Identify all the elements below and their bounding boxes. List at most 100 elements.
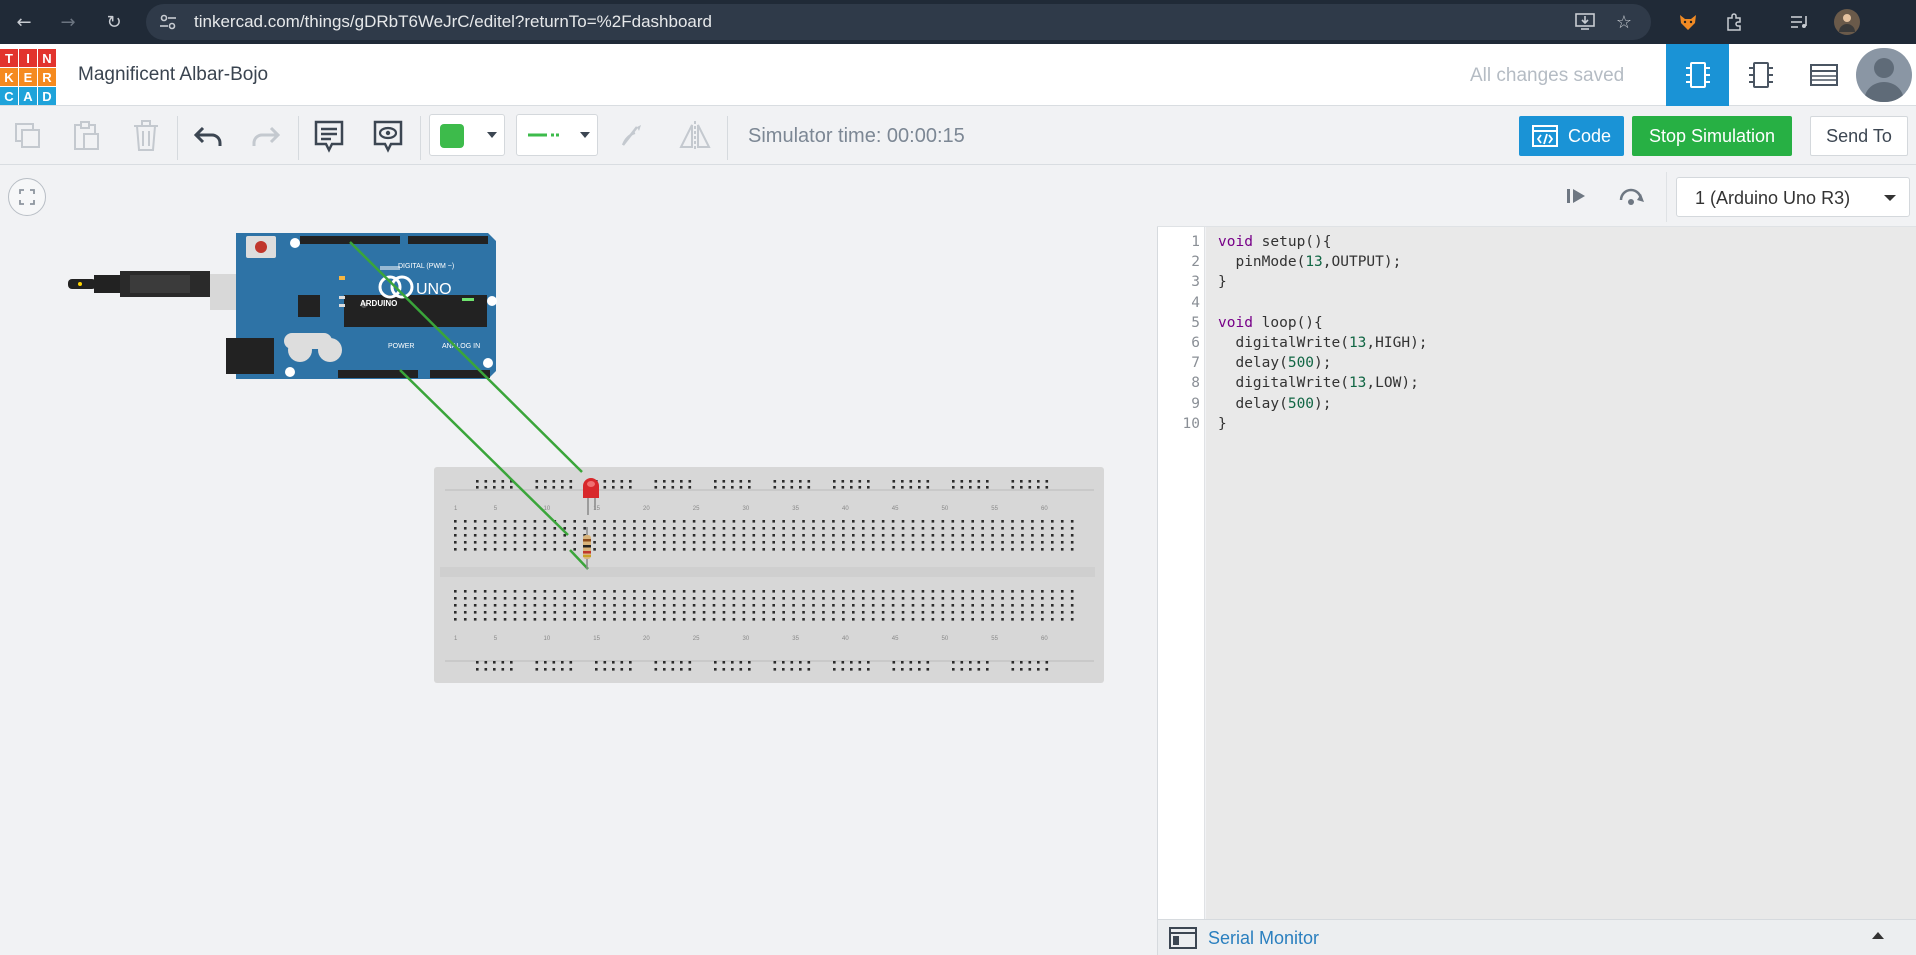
breadboard-hole	[742, 541, 746, 544]
code-button[interactable]: Code	[1519, 116, 1624, 156]
chevron-up-icon[interactable]	[1872, 932, 1884, 939]
breadboard-hole	[961, 590, 965, 593]
breadboard-hole	[692, 618, 696, 621]
breadboard-hole	[867, 668, 870, 671]
code-line[interactable]: delay(500);	[1218, 396, 1331, 412]
breadboard-hole	[748, 661, 751, 664]
extension-fox-icon[interactable]	[1676, 10, 1700, 34]
step-over-button[interactable]	[1616, 182, 1646, 210]
breadboard-hole	[909, 668, 913, 671]
url-text[interactable]: tinkercad.com/things/gDRbT6WeJrC/editel?…	[194, 12, 712, 32]
back-arrow-icon[interactable]: ←	[12, 10, 36, 34]
schematic-view-button[interactable]	[1729, 44, 1792, 106]
flip-button[interactable]	[675, 116, 715, 156]
serial-monitor-label[interactable]: Serial Monitor	[1208, 928, 1319, 949]
breadboard-hole	[782, 661, 785, 664]
circuit-view-button[interactable]	[1666, 44, 1729, 106]
breadboard-hole	[961, 618, 965, 621]
breadboard-hole	[926, 480, 930, 483]
media-queue-icon[interactable]	[1788, 10, 1812, 34]
breadboard-hole	[812, 534, 815, 537]
undo-button[interactable]	[188, 116, 228, 156]
breadboard-hole	[603, 611, 606, 614]
breadboard-hole	[473, 534, 477, 537]
breadboard-hole	[971, 520, 974, 523]
step-forward-button[interactable]	[1562, 183, 1590, 209]
site-info-icon[interactable]	[156, 10, 180, 34]
breadboard-hole	[702, 597, 706, 600]
breadboard-hole	[881, 611, 885, 614]
breadboard-hole	[620, 480, 624, 483]
breadboard-hole	[603, 548, 606, 551]
breadboard-hole	[981, 590, 984, 593]
copy-button[interactable]	[8, 116, 48, 156]
breadboard-hole	[543, 611, 547, 614]
notes-visibility-button[interactable]	[368, 116, 408, 156]
redo-button[interactable]	[246, 116, 286, 156]
code-line[interactable]: }	[1218, 416, 1227, 432]
breadboard-hole	[901, 541, 905, 544]
breadboard-hole	[463, 541, 467, 544]
breadboard-hole	[822, 604, 825, 607]
wire-color-dropdown[interactable]	[429, 114, 505, 156]
breadboard-hole	[773, 486, 777, 489]
project-title[interactable]: Magnificent Albar-Bojo	[78, 64, 268, 86]
breadboard-hole	[483, 597, 487, 600]
breadboard-hole	[1011, 541, 1014, 544]
breadboard-hole	[1001, 611, 1004, 614]
breadboard-hole	[742, 604, 746, 607]
code-line[interactable]: void setup(){	[1218, 234, 1332, 250]
code-line[interactable]: void loop(){	[1218, 315, 1323, 331]
breadboard-hole	[662, 541, 666, 544]
tinkercad-logo[interactable]: T I N K E R C A D	[0, 49, 56, 105]
breadboard-hole	[858, 486, 862, 489]
breadboard-hole	[501, 486, 505, 489]
forward-arrow-icon[interactable]: →	[56, 10, 80, 34]
breadboard-hole	[901, 486, 904, 489]
breadboard-hole	[981, 520, 984, 523]
user-avatar[interactable]	[1856, 48, 1912, 102]
install-app-icon[interactable]	[1573, 10, 1597, 34]
breadboard-hole	[881, 604, 885, 607]
breadboard-hole	[981, 604, 984, 607]
reload-icon[interactable]: ↻	[102, 10, 126, 34]
breadboard-hole	[752, 604, 756, 607]
breadboard-hole	[1060, 611, 1064, 614]
profile-avatar-icon[interactable]	[1834, 9, 1860, 35]
breadboard[interactable]: 1155101015152020252530303535404045455050…	[434, 467, 1104, 683]
board-select-dropdown[interactable]: 1 (Arduino Uno R3)	[1676, 177, 1910, 217]
breadboard-hole	[921, 604, 925, 607]
paste-button[interactable]	[66, 116, 106, 156]
code-line[interactable]: delay(500);	[1218, 355, 1331, 371]
breadboard-hole	[569, 486, 573, 489]
send-to-button[interactable]: Send To	[1810, 116, 1908, 156]
code-line[interactable]: }	[1218, 274, 1227, 290]
breadboard-hole	[662, 611, 666, 614]
breadboard-hole	[535, 661, 539, 664]
delete-button[interactable]	[126, 116, 166, 156]
circuit-drawing[interactable]: UNO ARDUINO DIGITAL (PWM ~) POWER ANALOG…	[0, 165, 1157, 955]
code-line[interactable]: pinMode(13,OUTPUT);	[1218, 254, 1401, 270]
digital-pins-label: DIGITAL (PWM ~)	[398, 263, 454, 270]
extensions-puzzle-icon[interactable]	[1722, 10, 1746, 34]
breadboard-hole	[476, 661, 479, 664]
code-line[interactable]: digitalWrite(13,HIGH);	[1218, 335, 1427, 351]
breadboard-hole	[563, 611, 567, 614]
stop-simulation-button[interactable]: Stop Simulation	[1632, 116, 1792, 156]
wire-type-icon	[528, 133, 560, 137]
breadboard-hole	[543, 541, 547, 544]
logo-letter: K	[0, 68, 18, 86]
breadboard-hole	[643, 527, 646, 530]
breadboard-hole	[991, 597, 994, 600]
breadboard-hole	[1020, 661, 1023, 664]
breadboard-hole	[722, 590, 726, 593]
rotate-button[interactable]	[612, 116, 652, 156]
component-list-button[interactable]	[1792, 44, 1855, 106]
wire-type-dropdown[interactable]	[516, 114, 598, 156]
notes-button[interactable]	[309, 116, 349, 156]
breadboard-hole	[792, 548, 795, 551]
code-line[interactable]: digitalWrite(13,LOW);	[1218, 375, 1418, 391]
code-editor[interactable]	[1206, 227, 1916, 919]
breadboard-hole	[941, 618, 945, 621]
bookmark-star-icon[interactable]: ☆	[1612, 10, 1636, 34]
